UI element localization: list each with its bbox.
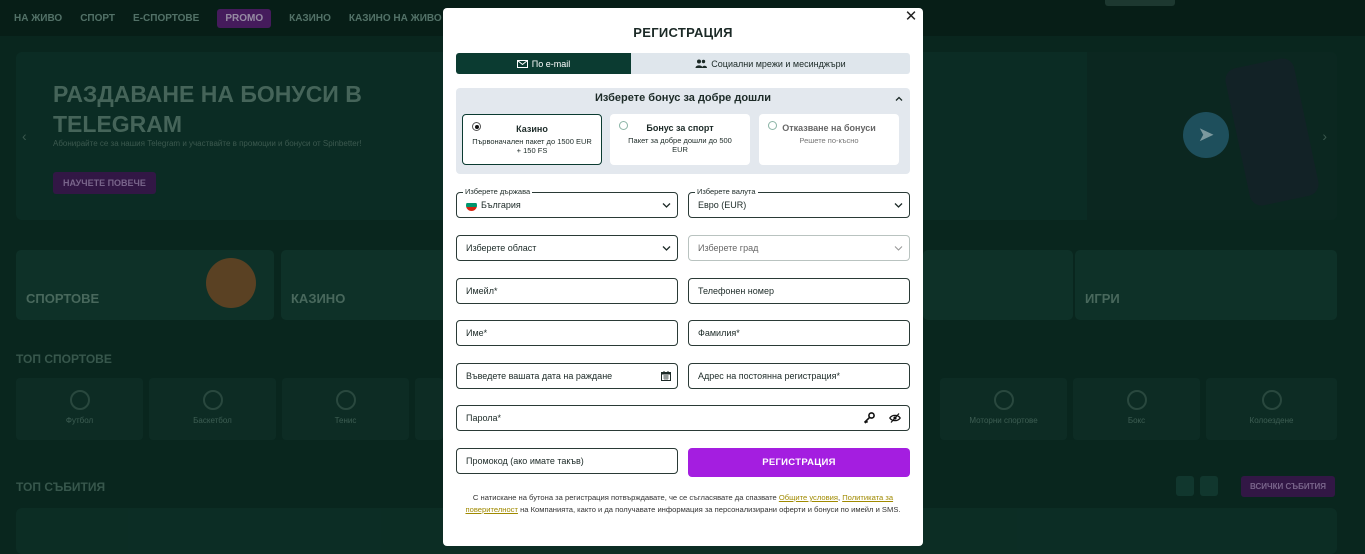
users-icon: [695, 59, 708, 68]
birth-date-field[interactable]: Въведете вашата дата на раждане: [456, 363, 678, 389]
address-field[interactable]: Адрес на постоянна регистрация*: [688, 363, 910, 389]
chevron-down-icon: [662, 203, 671, 208]
region-select[interactable]: Изберете област: [456, 235, 678, 261]
country-value: България: [481, 200, 521, 210]
promo-code-placeholder: Промокод (ако имате такъв): [466, 456, 584, 466]
legal-notice: С натискане на бутона за регистрация пот…: [459, 492, 907, 516]
phone-placeholder: Телефонен номер: [698, 286, 774, 296]
currency-select[interactable]: Изберете валута Евро (EUR): [688, 187, 910, 218]
bonus-option-desc: Първоначален пакет до 1500 EUR + 150 FS: [472, 137, 592, 155]
bonus-heading: Изберете бонус за добре дошли: [595, 92, 771, 104]
first-name-placeholder: Име*: [466, 328, 488, 338]
bonus-option-desc: Решете по-късно: [799, 136, 859, 145]
register-button[interactable]: РЕГИСТРАЦИЯ: [688, 448, 910, 477]
registration-tabs: По e-mail Социални мрежи и месинджъри: [456, 53, 910, 74]
chevron-down-icon: [894, 246, 903, 251]
welcome-bonus-panel: Изберете бонус за добре дошли Казино Пър…: [456, 88, 910, 174]
address-placeholder: Адрес на постоянна регистрация*: [698, 371, 840, 381]
chevron-down-icon: [662, 246, 671, 251]
radio-selected[interactable]: [472, 122, 481, 131]
tab-email[interactable]: По e-mail: [456, 53, 631, 74]
chevron-up-icon[interactable]: [894, 94, 904, 104]
terms-link[interactable]: Общите условия: [779, 493, 838, 502]
currency-value: Евро (EUR): [698, 200, 747, 210]
city-placeholder: Изберете град: [698, 243, 759, 253]
bonus-option-sport[interactable]: Бонус за спорт Пакет за добре дошли до 5…: [610, 114, 750, 165]
birth-date-placeholder: Въведете вашата дата на раждане: [466, 371, 613, 381]
email-field[interactable]: Имейл*: [456, 278, 678, 304]
modal-title: РЕГИСТРАЦИЯ: [633, 25, 733, 40]
country-select[interactable]: Изберете държава България: [456, 187, 678, 218]
legal-text: на Компанията, както и да получавате инф…: [517, 505, 901, 514]
bulgaria-flag-icon: [466, 199, 477, 211]
close-icon[interactable]: ✕: [903, 9, 919, 25]
calendar-icon[interactable]: [661, 371, 671, 381]
envelope-icon: [516, 59, 528, 68]
password-field[interactable]: Парола*: [456, 405, 910, 431]
radio-unselected[interactable]: [768, 121, 777, 130]
bonus-option-title: Бонус за спорт: [646, 123, 714, 133]
legal-text: С натискане на бутона за регистрация пот…: [472, 493, 779, 502]
chevron-down-icon: [894, 203, 903, 208]
tab-label: Социални мрежи и месинджъри: [711, 58, 846, 69]
radio-unselected[interactable]: [619, 121, 628, 130]
city-select[interactable]: Изберете град: [688, 235, 910, 261]
email-placeholder: Имейл*: [466, 286, 498, 296]
promo-code-field[interactable]: Промокод (ако имате такъв): [456, 448, 678, 474]
bonus-option-title: Казино: [516, 124, 548, 134]
last-name-field[interactable]: Фамилия*: [688, 320, 910, 346]
tab-social[interactable]: Социални мрежи и месинджъри: [631, 53, 910, 74]
bonus-option-desc: Пакет за добре дошли до 500 EUR: [628, 136, 732, 154]
first-name-field[interactable]: Име*: [456, 320, 678, 346]
last-name-placeholder: Фамилия*: [698, 328, 740, 338]
region-placeholder: Изберете област: [466, 243, 537, 253]
bonus-option-casino[interactable]: Казино Първоначален пакет до 1500 EUR + …: [462, 114, 602, 165]
bonus-option-title: Отказване на бонуси: [782, 123, 876, 133]
registration-modal: РЕГИСТРАЦИЯ ✕ По e-mail Социални мрежи и…: [443, 8, 923, 546]
key-icon[interactable]: [863, 412, 875, 424]
eye-slash-icon[interactable]: [889, 413, 901, 423]
bonus-option-decline[interactable]: Отказване на бонуси Решете по-късно: [759, 114, 899, 165]
password-placeholder: Парола*: [466, 413, 502, 423]
phone-field[interactable]: Телефонен номер: [688, 278, 910, 304]
tab-label: По e-mail: [531, 58, 571, 69]
